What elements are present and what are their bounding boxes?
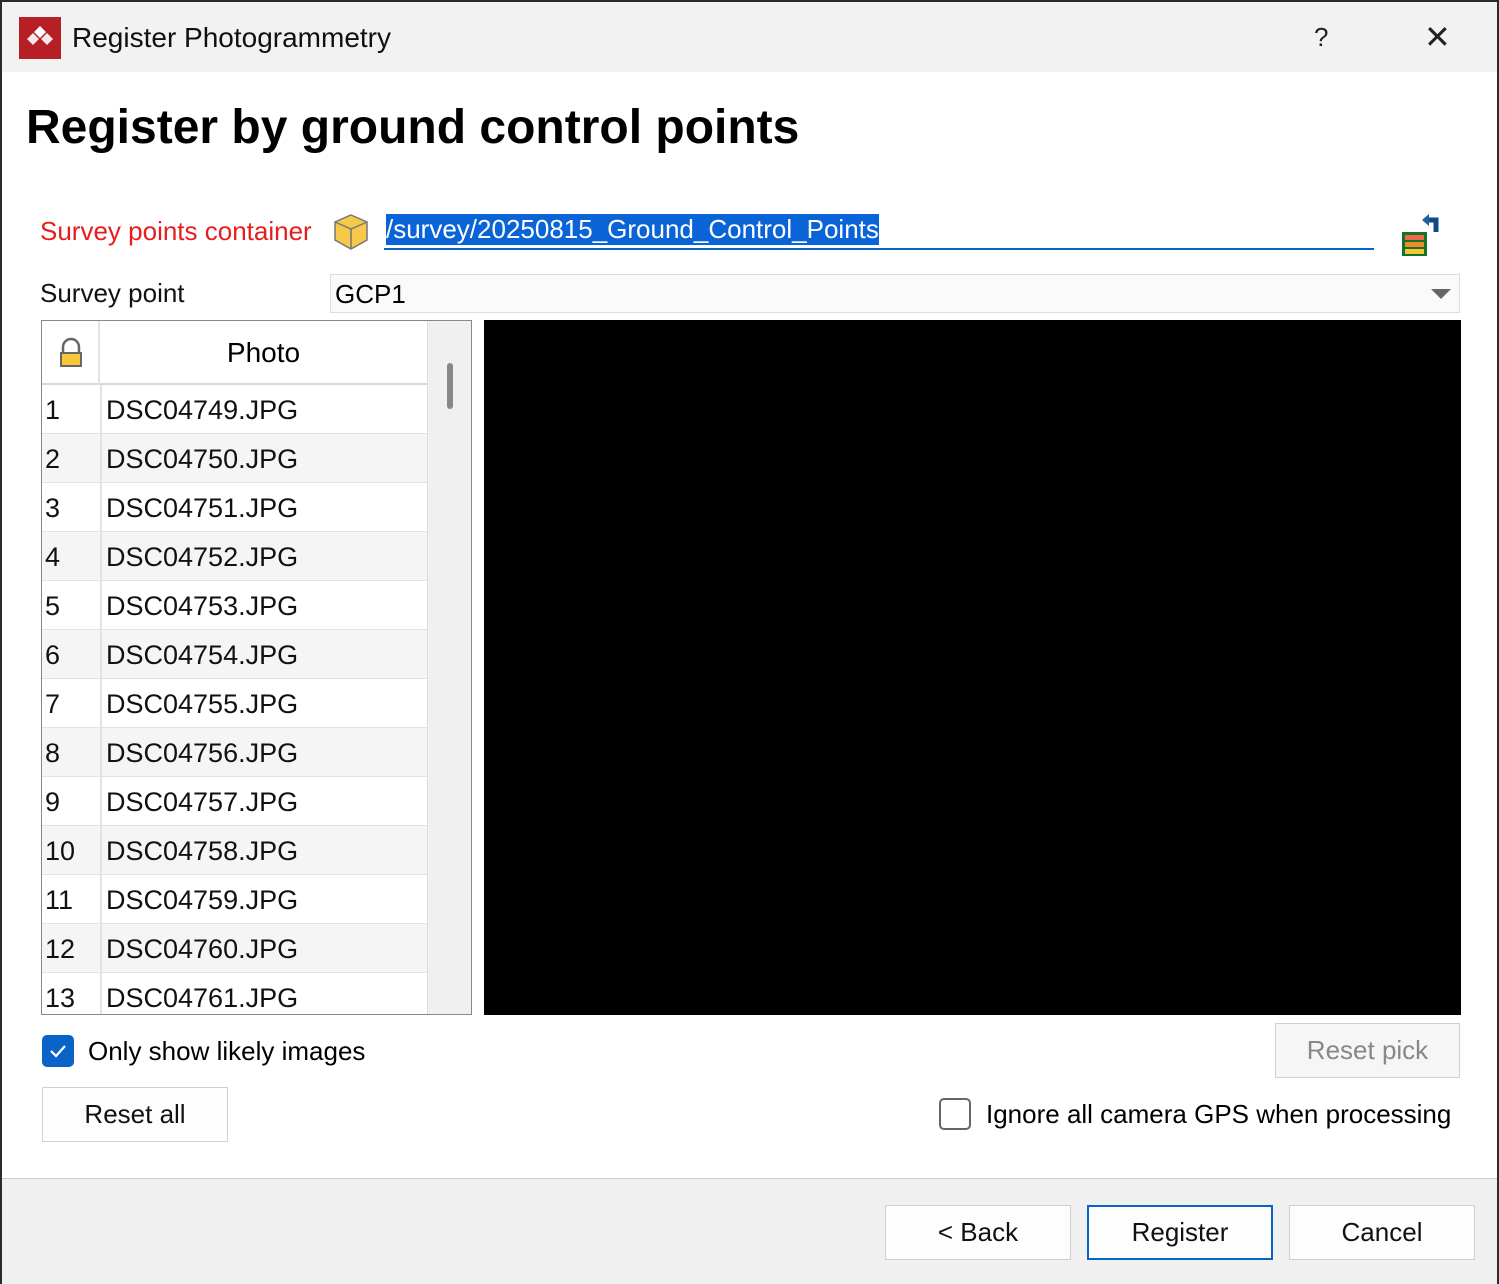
table-row[interactable]: 2 DSC04750.JPG	[42, 434, 427, 483]
table-row[interactable]: 3 DSC04751.JPG	[42, 483, 427, 532]
row-number: 1	[45, 395, 61, 425]
photo-name: DSC04760.JPG	[100, 924, 427, 973]
row-number: 8	[45, 738, 61, 768]
photo-name: DSC04757.JPG	[100, 777, 427, 826]
lock-icon	[60, 337, 82, 367]
table-row[interactable]: 12 DSC04760.JPG	[42, 924, 427, 973]
survey-container-label: Survey points container	[40, 216, 312, 246]
row-number: 3	[45, 493, 61, 523]
row-number: 13	[45, 983, 76, 1013]
reset-pick-button[interactable]: Reset pick	[1275, 1023, 1460, 1078]
close-icon[interactable]: ✕	[1424, 18, 1451, 56]
photo-name: DSC04756.JPG	[100, 728, 427, 777]
chevron-down-icon	[1431, 289, 1451, 299]
survey-container-value: /survey/20250815_Ground_Control_Points	[386, 214, 879, 245]
scrollbar[interactable]	[427, 321, 471, 1014]
photo-name: DSC04751.JPG	[100, 483, 427, 532]
reset-all-button[interactable]: Reset all	[42, 1087, 228, 1142]
photo-name: DSC04754.JPG	[100, 630, 427, 679]
photo-name: DSC04750.JPG	[100, 434, 427, 483]
checkmark-icon	[50, 1045, 66, 1058]
table-row[interactable]: 13 DSC04761.JPG	[42, 973, 427, 1014]
row-number: 4	[45, 542, 61, 572]
register-button[interactable]: Register	[1087, 1205, 1273, 1260]
survey-container-input[interactable]: /survey/20250815_Ground_Control_Points	[384, 210, 1374, 250]
table-row[interactable]: 5 DSC04753.JPG	[42, 581, 427, 630]
survey-point-label: Survey point	[40, 278, 185, 308]
row-number: 6	[45, 640, 61, 670]
table-row[interactable]: 8 DSC04756.JPG	[42, 728, 427, 777]
photo-name: DSC04759.JPG	[100, 875, 427, 924]
pick-container-icon[interactable]	[1398, 208, 1450, 265]
row-number: 11	[45, 885, 74, 915]
cancel-button[interactable]: Cancel	[1289, 1205, 1475, 1260]
row-number: 12	[45, 934, 76, 964]
photo-name: DSC04749.JPG	[100, 385, 427, 434]
row-number: 9	[45, 787, 61, 817]
photo-column-header[interactable]: Photo	[100, 321, 427, 385]
only-likely-checkbox[interactable]	[42, 1035, 74, 1067]
lock-column-header[interactable]	[42, 321, 100, 385]
page-title: Register by ground control points	[26, 101, 800, 154]
photo-name: DSC04753.JPG	[100, 581, 427, 630]
app-logo-icon	[19, 17, 61, 59]
ignore-gps-label[interactable]: Ignore all camera GPS when processing	[986, 1099, 1451, 1130]
only-likely-label[interactable]: Only show likely images	[88, 1036, 365, 1067]
ignore-gps-checkbox[interactable]	[939, 1098, 971, 1130]
survey-point-value: GCP1	[335, 279, 406, 309]
photo-name: DSC04755.JPG	[100, 679, 427, 728]
photo-name: DSC04761.JPG	[100, 973, 427, 1014]
table-row[interactable]: 10 DSC04758.JPG	[42, 826, 427, 875]
table-row[interactable]: 1 DSC04749.JPG	[42, 385, 427, 434]
title-bar: Register Photogrammetry ? ✕	[2, 2, 1497, 72]
row-number: 10	[45, 836, 76, 866]
table-row[interactable]: 7 DSC04755.JPG	[42, 679, 427, 728]
row-number: 5	[45, 591, 61, 621]
photo-name: DSC04758.JPG	[100, 826, 427, 875]
back-button[interactable]: < Back	[885, 1205, 1071, 1260]
table-row[interactable]: 11 DSC04759.JPG	[42, 875, 427, 924]
help-button[interactable]: ?	[1314, 22, 1328, 53]
survey-point-select[interactable]: GCP1	[330, 274, 1460, 313]
table-row[interactable]: 6 DSC04754.JPG	[42, 630, 427, 679]
table-row[interactable]: 4 DSC04752.JPG	[42, 532, 427, 581]
photo-viewer[interactable]	[484, 320, 1461, 1015]
photo-table: Photo 1 DSC04749.JPG 2 DSC04750.JPG 3 DSC0475…	[41, 320, 472, 1015]
window-title: Register Photogrammetry	[72, 22, 392, 53]
table-row[interactable]: 9 DSC04757.JPG	[42, 777, 427, 826]
row-number: 2	[45, 444, 61, 474]
row-number: 7	[45, 689, 61, 719]
container-cube-icon	[332, 212, 370, 257]
photo-name: DSC04752.JPG	[100, 532, 427, 581]
scrollbar-thumb[interactable]	[447, 363, 453, 409]
